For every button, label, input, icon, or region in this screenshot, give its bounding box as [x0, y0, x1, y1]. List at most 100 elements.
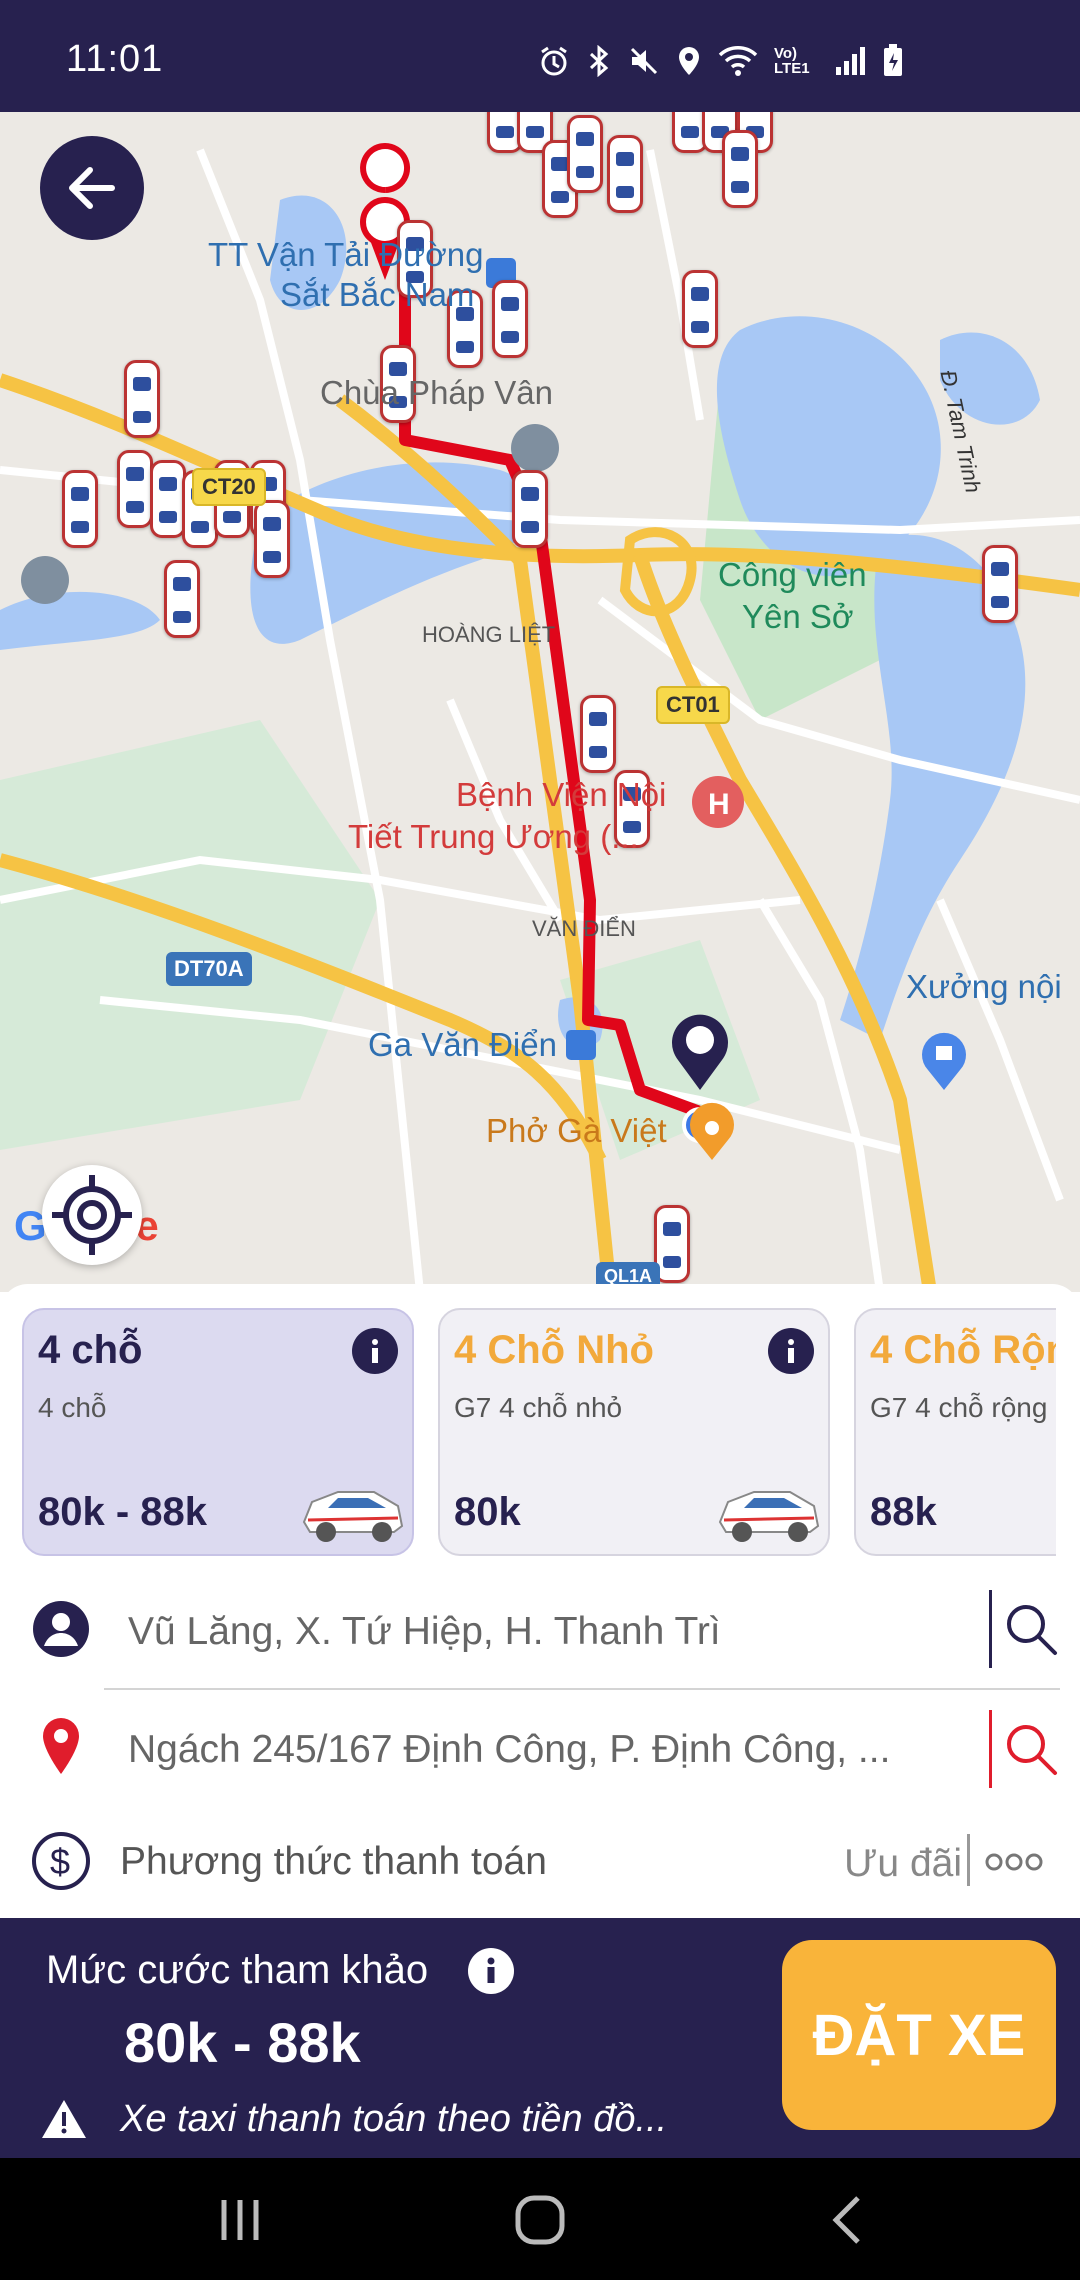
map-label-benh-vien-1: Bệnh Viện Nội [456, 776, 667, 813]
info-icon[interactable] [468, 1948, 514, 1994]
more-icon[interactable] [984, 1852, 1044, 1872]
taxi-marker-icon [117, 450, 153, 528]
status-bar: 11:01 Vo) LTE1 [0, 0, 1080, 112]
temple-pin-icon [511, 424, 559, 472]
book-button[interactable]: ĐẶT XE [782, 1940, 1056, 2130]
station-icon [566, 1030, 596, 1060]
payment-method-label[interactable]: Phương thức thanh toán [120, 1840, 547, 1884]
hospital-icon: H [692, 776, 744, 828]
location-pin-icon [43, 1718, 79, 1774]
map-view[interactable]: H TT Vận Tải Đường Sắt Bắc Nam Chùa Pháp… [0, 112, 1080, 1292]
arrow-left-icon [69, 167, 115, 209]
taxi-marker-icon [124, 360, 160, 438]
my-location-button[interactable] [42, 1165, 142, 1265]
vehicle-price: 80k [454, 1490, 521, 1534]
volte-icon: Vo) LTE1 [774, 45, 810, 77]
map-label-chua-phap-van: Chùa Pháp Vân [320, 374, 554, 411]
pickup-address[interactable]: Vũ Lăng, X. Tứ Hiệp, H. Thanh Trì [128, 1610, 721, 1654]
road-shield-dt70a: DT70A [166, 952, 252, 986]
vehicle-title: 4 Chỗ Rộng [870, 1328, 1056, 1372]
map-label-benh-vien-2: Tiết Trung Ương (... [348, 818, 639, 855]
map-label-yen-so: Yên Sở [742, 598, 854, 635]
map-label-xuong-noi: Xưởng nội [906, 968, 1062, 1005]
card-overflow-clip: 4 Chỗ Rộng G7 4 chỗ rộng 88k [852, 1284, 1056, 1584]
pickup-divider [989, 1590, 992, 1668]
payment-row[interactable]: $ Phương thức thanh toán Ưu đãi [0, 1812, 1080, 1922]
destination-divider [989, 1710, 992, 1788]
system-nav-bar [0, 2158, 1080, 2280]
taxi-marker-icon [567, 115, 603, 193]
taxi-marker-icon [254, 500, 290, 578]
bluetooth-icon [589, 45, 609, 77]
status-icons: Vo) LTE1 [538, 44, 904, 78]
dollar-icon: $ [32, 1832, 90, 1890]
mute-icon [630, 47, 658, 75]
taxi-marker-icon [150, 460, 186, 538]
search-icon[interactable] [1002, 1600, 1060, 1658]
user-icon [33, 1601, 89, 1657]
promo-link[interactable]: Ưu đãi [844, 1842, 962, 1886]
vehicle-card-4-cho[interactable]: 4 chỗ 4 chỗ 80k - 88k [22, 1308, 414, 1556]
car-icon [718, 1491, 820, 1542]
map-label-van-dien: VĂN ĐIỂN [532, 916, 636, 941]
status-time: 11:01 [66, 38, 164, 80]
fare-footer: Mức cước tham khảo 80k - 88k Xe taxi tha… [0, 1918, 1080, 2158]
destination-address[interactable]: Ngách 245/167 Định Công, P. Định Công, .… [128, 1728, 890, 1772]
vehicle-card-4-cho-nho[interactable]: 4 Chỗ Nhỏ G7 4 chỗ nhỏ 80k [438, 1308, 830, 1556]
road-shield-ct20: CT20 [192, 468, 266, 506]
taxi-marker-icon [722, 130, 758, 208]
booking-sheet: 4 chỗ 4 chỗ 80k - 88k 4 Chỗ Nhỏ G7 4 chỗ… [0, 1284, 1080, 1924]
restaurant-pin-icon [690, 1102, 735, 1160]
road-shield-ct01: CT01 [656, 686, 730, 724]
info-icon[interactable] [768, 1328, 814, 1374]
vehicle-subtitle: G7 4 chỗ nhỏ [454, 1392, 623, 1423]
search-icon[interactable] [1002, 1720, 1060, 1778]
alarm-icon [541, 46, 567, 76]
destination-row[interactable]: Ngách 245/167 Định Công, P. Định Công, .… [0, 1694, 1080, 1804]
screen: 11:01 Vo) LTE1 H TT Vận Tải Đường Sắt Bắ… [0, 0, 1080, 2280]
fare-reference-label: Mức cước tham khảo [46, 1948, 429, 1992]
back-button[interactable] [40, 136, 144, 240]
crosshair-icon [52, 1175, 132, 1255]
vehicle-card-4-cho-rong[interactable]: 4 Chỗ Rộng G7 4 chỗ rộng 88k [854, 1308, 1056, 1556]
vehicle-title: 4 chỗ [38, 1328, 143, 1372]
vehicle-title: 4 Chỗ Nhỏ [454, 1328, 654, 1372]
taxi-marker-icon [492, 280, 528, 358]
svg-text:$: $ [50, 1841, 70, 1882]
taxi-marker-icon [580, 695, 616, 773]
address-separator [104, 1688, 1060, 1690]
taxi-marker-icon [607, 135, 643, 213]
wifi-icon [718, 46, 758, 76]
taxi-marker-icon [512, 470, 548, 548]
payment-divider [967, 1834, 970, 1886]
vehicle-subtitle: 4 chỗ [38, 1392, 107, 1423]
map-label-sat-bac-nam: Sắt Bắc Nam [280, 276, 475, 313]
map-label-ga-van-dien: Ga Văn Điển [368, 1026, 557, 1063]
battery-charging-icon [884, 44, 902, 76]
info-icon[interactable] [352, 1328, 398, 1374]
pickup-row[interactable]: Vũ Lăng, X. Tứ Hiệp, H. Thanh Trì [0, 1574, 1080, 1684]
car-icon [302, 1491, 404, 1542]
map-label-hoang-liet: HOÀNG LIỆT [422, 622, 556, 647]
home-icon[interactable] [500, 2180, 580, 2260]
map-label-tt-van-tai: TT Vận Tải Đường [208, 236, 484, 273]
vehicle-price: 80k - 88k [38, 1490, 208, 1534]
temple-pin-icon [21, 556, 69, 604]
shopping-pin-icon [922, 1032, 967, 1090]
back-nav-icon[interactable] [808, 2180, 888, 2260]
fare-note: Xe taxi thanh toán theo tiền đồ... [120, 2098, 668, 2140]
map-label-pho-ga-viet: Phở Gà Việt [486, 1112, 667, 1149]
signal-icon [836, 47, 865, 75]
fare-price: 80k - 88k [124, 2011, 361, 2074]
recent-apps-icon[interactable] [200, 2180, 280, 2260]
vehicle-price: 88k [870, 1490, 937, 1534]
map-label-cong-vien: Công viên [718, 556, 867, 593]
taxi-marker-icon [62, 470, 98, 548]
taxi-marker-icon [164, 560, 200, 638]
vehicle-subtitle: G7 4 chỗ rộng [870, 1392, 1048, 1423]
location-icon [679, 47, 699, 75]
svg-text:H: H [708, 788, 730, 821]
warning-icon [42, 2100, 86, 2138]
taxi-marker-icon [682, 270, 718, 348]
taxi-marker-icon [982, 545, 1018, 623]
